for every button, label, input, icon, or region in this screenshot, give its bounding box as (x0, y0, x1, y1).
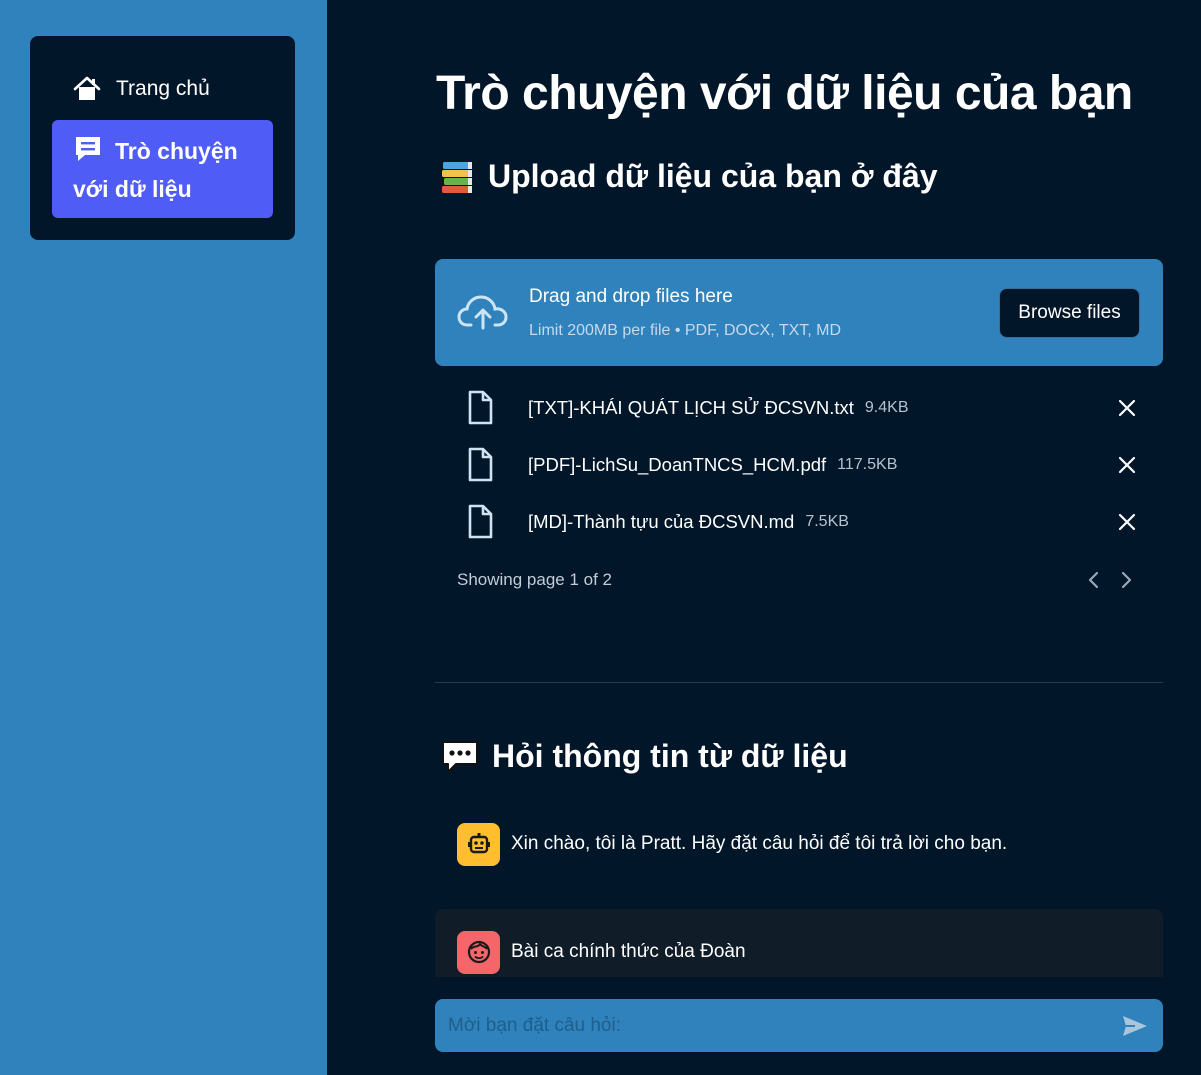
sidebar-item-chat-with-data[interactable]: Trò chuyện với dữ liệu (52, 120, 273, 218)
dropzone-instructions: Drag and drop files here (529, 286, 733, 307)
section-divider (435, 682, 1163, 683)
file-size: 7.5KB (805, 513, 849, 530)
page-title: Trò chuyện với dữ liệu của bạn (436, 67, 1133, 120)
robot-icon (467, 833, 490, 854)
bot-avatar (457, 822, 500, 866)
chevron-left-icon[interactable] (1085, 570, 1103, 590)
home-icon (73, 76, 101, 100)
chevron-right-icon[interactable] (1117, 570, 1135, 590)
file-size: 117.5KB (837, 456, 898, 473)
file-icon (468, 447, 493, 482)
sidebar-nav: Trang chủ Trò chuyện với dữ liệu (30, 36, 295, 240)
chat-input-container (435, 999, 1163, 1052)
remove-file-close-icon[interactable] (1117, 398, 1137, 418)
chat-input[interactable] (435, 999, 1105, 1052)
file-name: [MD]-Thành tựu của ĐCSVN.md (528, 511, 795, 532)
message-text: Bài ca chính thức của Đoàn (511, 941, 746, 962)
send-icon[interactable] (1121, 1012, 1149, 1040)
smiley-face-icon (467, 940, 490, 964)
user-message: Bài ca chính thức của Đoàn (435, 909, 1163, 977)
file-icon (468, 504, 493, 539)
remove-file-close-icon[interactable] (1117, 455, 1137, 475)
dropzone-limit-text: Limit 200MB per file • PDF, DOCX, TXT, M… (529, 322, 842, 339)
message-text: Xin chào, tôi là Pratt. Hãy đặt câu hỏi … (511, 833, 1008, 854)
books-emoji-icon (442, 161, 472, 193)
file-name: [TXT]-KHÁI QUÁT LỊCH SỬ ĐCSVN.txt (528, 397, 854, 418)
assistant-message: Xin chào, tôi là Pratt. Hãy đặt câu hỏi … (435, 810, 1163, 878)
uploaded-file-row: [MD]-Thành tựu của ĐCSVN.md 7.5KB (465, 502, 1155, 542)
chat-section-title: Hỏi thông tin từ dữ liệu (440, 738, 848, 775)
file-size: 9.4KB (864, 399, 909, 416)
user-avatar (457, 930, 500, 974)
sidebar: Trang chủ Trò chuyện với dữ liệu (0, 0, 327, 1075)
file-icon (468, 390, 493, 425)
cloud-upload-icon (457, 295, 508, 330)
sidebar-item-label: Trang chủ (116, 77, 210, 100)
upload-section-title: Upload dữ liệu của bạn ở đây (440, 158, 938, 195)
uploaded-file-row: [TXT]-KHÁI QUÁT LỊCH SỬ ĐCSVN.txt 9.4KB (465, 388, 1155, 428)
browse-files-button[interactable]: Browse files (999, 288, 1140, 338)
upload-section-title-text: Upload dữ liệu của bạn ở đây (488, 158, 938, 194)
chat-section-title-text: Hỏi thông tin từ dữ liệu (492, 738, 848, 774)
sidebar-item-home[interactable]: Trang chủ (72, 72, 210, 106)
file-dropzone[interactable]: Drag and drop files here Limit 200MB per… (435, 259, 1163, 366)
file-name: [PDF]-LichSu_DoanTNCS_HCM.pdf (528, 454, 827, 475)
chat-bubble-icon (76, 137, 100, 161)
uploaded-file-row: [PDF]-LichSu_DoanTNCS_HCM.pdf 117.5KB (465, 445, 1155, 485)
pagination-status: Showing page 1 of 2 (457, 570, 613, 589)
remove-file-close-icon[interactable] (1117, 512, 1137, 532)
speech-balloon-emoji-icon (442, 740, 478, 773)
